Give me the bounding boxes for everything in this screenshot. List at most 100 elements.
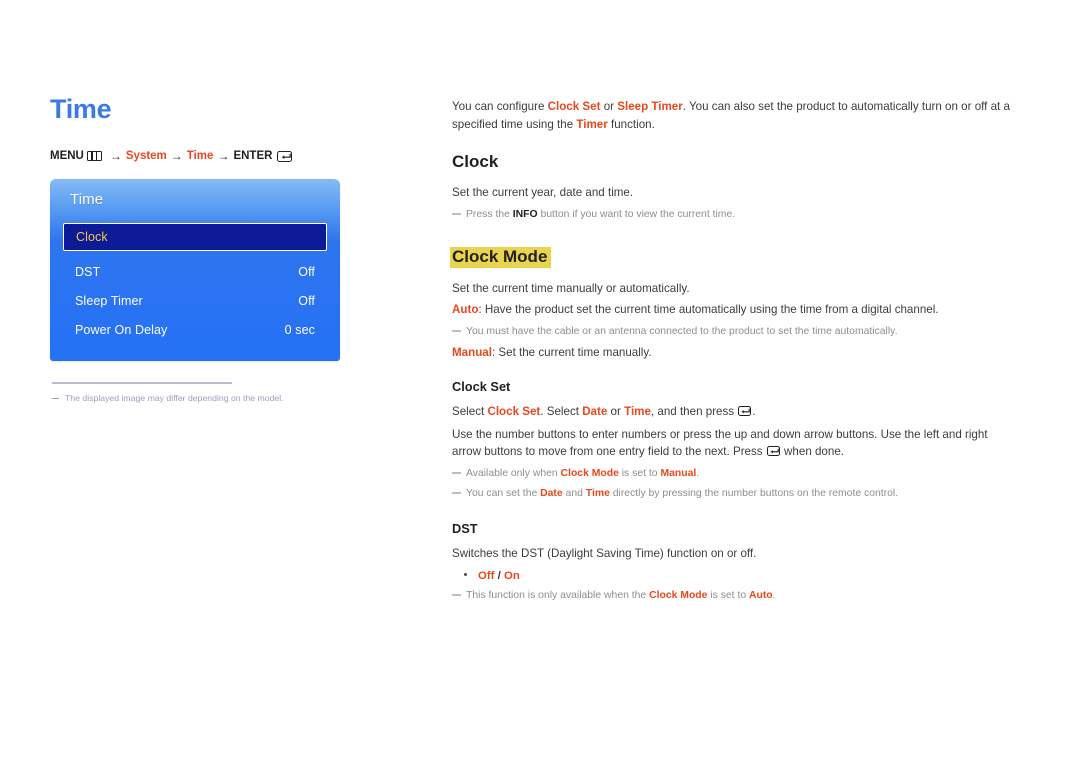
clock-set-note-2: You can set the Date and Time directly b… bbox=[452, 486, 1012, 501]
section-heading-dst: DST bbox=[452, 521, 478, 537]
breadcrumb-step-time: Time bbox=[186, 150, 214, 162]
intro-term-timer: Timer bbox=[576, 117, 608, 131]
section-heading-clock-set: Clock Set bbox=[452, 379, 511, 395]
clock-note-c: button if you want to view the current t… bbox=[537, 208, 736, 220]
cs-n1-e: . bbox=[696, 468, 700, 480]
clock-note: Press the INFO button if you want to vie… bbox=[452, 207, 1012, 222]
osd-row-power-on-delay-value: 0 sec bbox=[284, 322, 315, 337]
right-column: You can configure Clock Set or Sleep Tim… bbox=[450, 98, 1012, 608]
osd-row-dst[interactable]: DST Off bbox=[63, 257, 327, 286]
osd-menu-list: Clock DST Off Sleep Timer Off Power On D… bbox=[63, 223, 327, 344]
dst-option-on[interactable]: On bbox=[504, 570, 520, 582]
breadcrumb-step-system: System bbox=[125, 150, 167, 162]
footnote: The displayed image may differ depending… bbox=[50, 393, 410, 404]
clock-set-l1-c: . Select bbox=[540, 405, 583, 419]
note-dash-icon bbox=[452, 329, 461, 332]
clock-mode-auto-note-text: You must have the cable or an antenna co… bbox=[466, 325, 898, 337]
cs-n1-c: is set to bbox=[618, 468, 661, 480]
cs-n2-c: and bbox=[562, 488, 586, 500]
clock-mode-description: Set the current time manually or automat… bbox=[452, 282, 690, 296]
dst-note-text: This function is only available when the… bbox=[466, 588, 776, 603]
clock-set-note-2-text: You can set the Date and Time directly b… bbox=[466, 486, 898, 501]
intro-paragraph: You can configure Clock Set or Sleep Tim… bbox=[452, 98, 1012, 133]
clock-description: Set the current year, date and time. bbox=[452, 185, 634, 199]
osd-row-power-on-delay-label: Power On Delay bbox=[75, 322, 168, 337]
dst-note-clock-mode: Clock Mode bbox=[649, 589, 708, 601]
note-dash-icon bbox=[452, 492, 461, 495]
intro-term-clock-set: Clock Set bbox=[547, 100, 601, 113]
footnote-dash-icon bbox=[52, 397, 59, 399]
section-heading-clock: Clock bbox=[452, 152, 499, 172]
clock-set-l1-g: , and then press bbox=[650, 405, 738, 419]
bullet-dot-icon bbox=[464, 572, 467, 576]
left-column: Time MENU → System → Time → ENTER Time C… bbox=[50, 96, 410, 404]
cs-n2-time: Time bbox=[585, 488, 610, 500]
osd-row-dst-value: Off bbox=[298, 264, 315, 279]
intro-text-g: function. bbox=[607, 117, 655, 131]
enter-return-icon bbox=[277, 150, 293, 162]
enter-return-icon bbox=[766, 446, 780, 457]
breadcrumb-enter-label: ENTER bbox=[233, 150, 273, 162]
dst-description: Switches the DST (Daylight Saving Time) … bbox=[452, 547, 757, 561]
enter-return-icon bbox=[738, 406, 752, 417]
clock-mode-manual-text: : Set the current time manually. bbox=[491, 345, 652, 359]
dst-note-a: This function is only available when the bbox=[466, 589, 650, 601]
dst-note-c: is set to bbox=[707, 589, 749, 601]
section-heading-clock-mode: Clock Mode bbox=[450, 246, 552, 269]
osd-row-dst-label: DST bbox=[75, 264, 101, 279]
dst-option-separator: / bbox=[494, 569, 504, 582]
osd-panel-title: Time bbox=[70, 191, 104, 208]
clock-set-line-1: Select Clock Set. Select Date or Time, a… bbox=[452, 403, 1012, 421]
clock-set-l2-b: when done. bbox=[780, 445, 844, 459]
clock-set-note-1: Available only when Clock Mode is set to… bbox=[452, 466, 1012, 481]
dst-options-text: Off / On bbox=[478, 570, 520, 582]
dst-options: Off / On bbox=[464, 570, 1012, 582]
dst-note-e: . bbox=[772, 589, 776, 601]
dst-note: This function is only available when the… bbox=[452, 588, 1012, 603]
osd-row-clock-label: Clock bbox=[76, 230, 108, 244]
clock-mode-auto-label: Auto bbox=[452, 302, 479, 316]
clock-set-l2-a: Use the number buttons to enter numbers … bbox=[452, 427, 988, 459]
osd-row-power-on-delay[interactable]: Power On Delay 0 sec bbox=[63, 315, 327, 344]
breadcrumb-menu-label: MENU bbox=[50, 150, 84, 162]
breadcrumb-arrow-3: → bbox=[217, 149, 230, 163]
cs-n2-e: directly by pressing the number buttons … bbox=[609, 488, 899, 500]
clock-mode-auto-note: You must have the cable or an antenna co… bbox=[452, 324, 1012, 339]
osd-menu-panel: Time Clock DST Off Sleep Timer Off Power… bbox=[50, 179, 340, 361]
clock-note-text: Press the INFO button if you want to vie… bbox=[466, 207, 735, 222]
clock-note-info-key: INFO bbox=[512, 208, 538, 220]
dst-option-off[interactable]: Off bbox=[478, 570, 494, 582]
cs-n1-manual: Manual bbox=[660, 468, 697, 480]
clock-set-line-2: Use the number buttons to enter numbers … bbox=[452, 426, 1012, 461]
menu-grid-icon bbox=[86, 151, 102, 161]
page-title: Time bbox=[50, 94, 112, 124]
clock-set-l1-h: . bbox=[752, 405, 756, 419]
cs-n2-a: You can set the bbox=[466, 488, 541, 500]
osd-row-sleep-timer-value: Off bbox=[298, 293, 315, 308]
clock-set-l1-e: or bbox=[607, 405, 625, 419]
note-dash-icon bbox=[452, 472, 461, 475]
intro-term-sleep-timer: Sleep Timer bbox=[617, 100, 683, 113]
dst-note-auto: Auto bbox=[749, 589, 773, 601]
clock-set-term-date: Date bbox=[582, 405, 608, 419]
intro-text-c: or bbox=[600, 100, 618, 113]
cs-n1-a: Available only when bbox=[466, 468, 561, 480]
breadcrumb-arrow-1: → bbox=[109, 149, 122, 163]
osd-row-clock[interactable]: Clock bbox=[63, 223, 327, 251]
cs-n2-date: Date bbox=[540, 488, 563, 500]
osd-row-sleep-timer[interactable]: Sleep Timer Off bbox=[63, 286, 327, 315]
clock-mode-auto-text: : Have the product set the current time … bbox=[478, 302, 939, 316]
clock-set-term-clock-set: Clock Set bbox=[487, 405, 541, 419]
clock-mode-auto-line: Auto: Have the product set the current t… bbox=[452, 301, 1012, 319]
clock-set-l1-a: Select bbox=[452, 405, 488, 419]
clock-note-a: Press the bbox=[466, 208, 513, 220]
clock-mode-manual-line: Manual: Set the current time manually. bbox=[452, 344, 1012, 362]
footnote-divider bbox=[52, 382, 232, 384]
breadcrumb: MENU → System → Time → ENTER bbox=[50, 149, 410, 163]
clock-set-term-time: Time bbox=[624, 405, 651, 419]
cs-n1-clock-mode: Clock Mode bbox=[560, 468, 619, 480]
footnote-text: The displayed image may differ depending… bbox=[65, 392, 284, 403]
note-dash-icon bbox=[452, 212, 461, 215]
clock-mode-manual-label: Manual bbox=[452, 345, 492, 359]
osd-row-sleep-timer-label: Sleep Timer bbox=[75, 293, 143, 308]
